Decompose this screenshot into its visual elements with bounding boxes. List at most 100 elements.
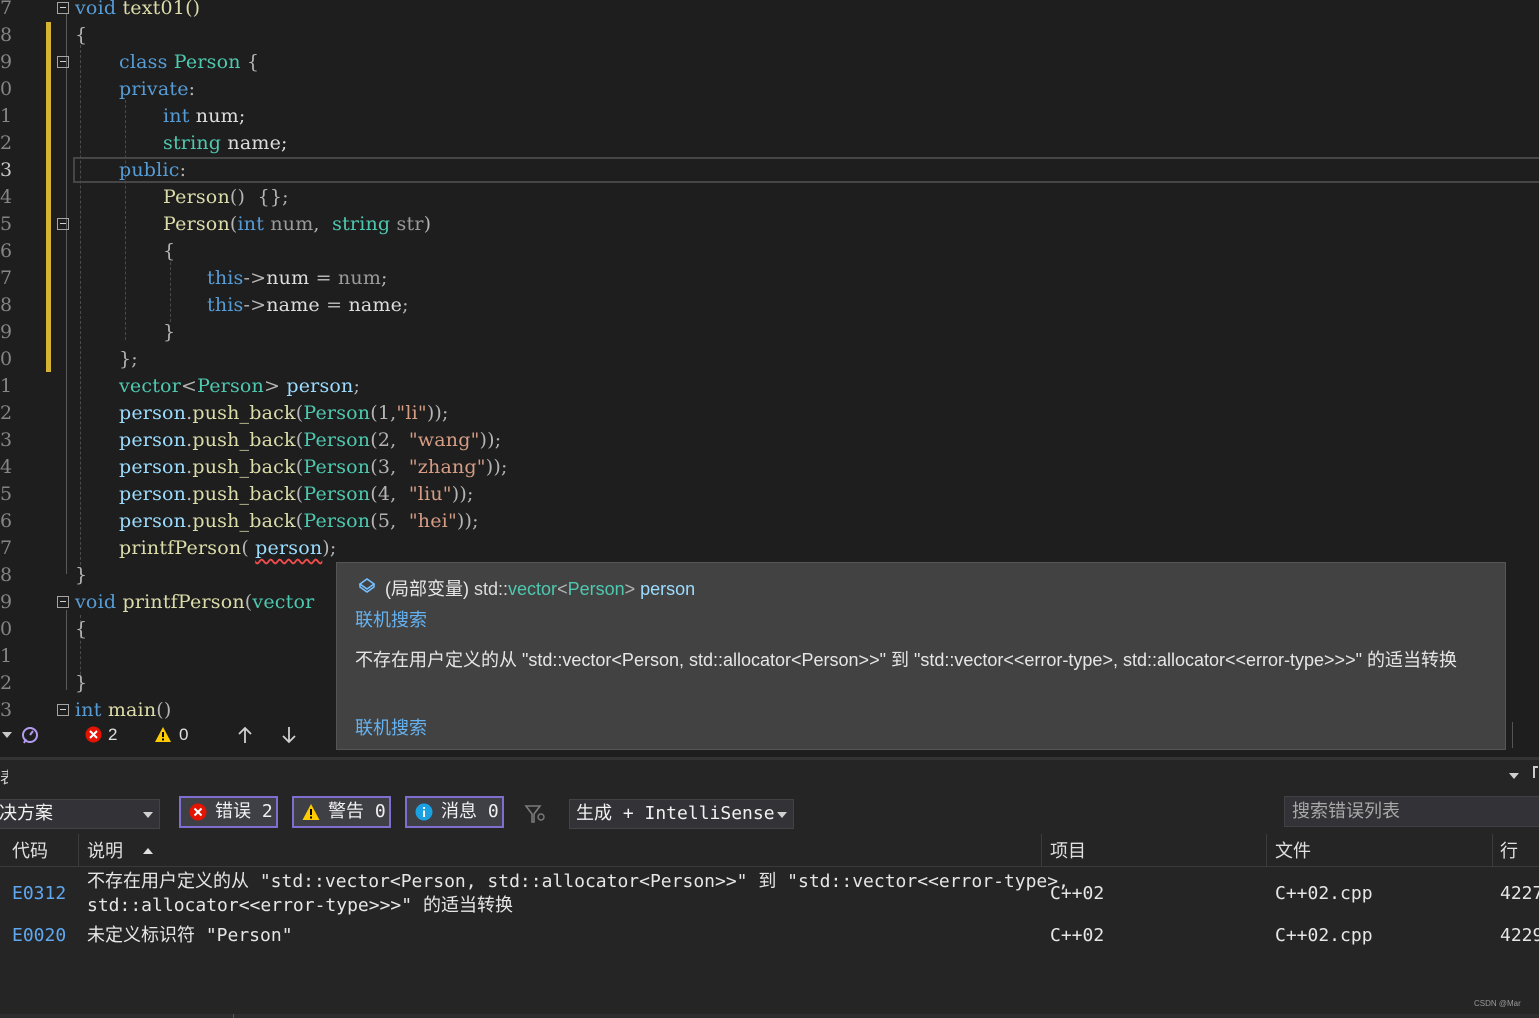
quick-info-tooltip: (局部变量) std::vector<Person> person 联机搜索 不… (336, 562, 1506, 750)
tooltip-var-name: person (640, 579, 696, 599)
tooltip-scope: (局部变量) (385, 579, 469, 599)
online-search-link[interactable]: 联机搜索 (355, 606, 427, 632)
code-line: }; (0, 346, 1539, 373)
warning-count[interactable]: 0 (179, 722, 188, 748)
code-line: private: (0, 76, 1539, 103)
build-source-combo[interactable]: 生成 + IntelliSense (569, 799, 794, 829)
code-text: int main() (75, 699, 172, 721)
errors-filter-button[interactable]: 错误 2 (179, 796, 278, 828)
column-header-description-label: 说明 (87, 841, 123, 862)
code-text: printfPerson( person); (119, 537, 337, 559)
code-text: } (75, 564, 88, 586)
error-description: std::allocator<<error-type>>>" 的适当转换 (87, 895, 513, 916)
code-line: void text01() (0, 0, 1539, 22)
code-line: printfPerson( person); (0, 535, 1539, 562)
code-line: class Person { (0, 49, 1539, 76)
chevron-down-icon (143, 812, 153, 818)
code-text: } (75, 672, 88, 694)
code-text: person.push_back(Person(3, "zhang")); (119, 456, 508, 478)
column-header-description[interactable]: 说明 (87, 838, 153, 866)
code-text: class Person { (119, 51, 260, 73)
code-text: this->name = name; (207, 294, 409, 316)
code-text: person.push_back(Person(5, "hei")); (119, 510, 479, 532)
code-text: public: (119, 159, 187, 181)
code-line: Person(int num, string str) (0, 211, 1539, 238)
code-line: this->num = num; (0, 265, 1539, 292)
warning-icon (302, 804, 320, 820)
arrow-down-icon[interactable] (281, 726, 297, 744)
arrow-up-icon[interactable] (237, 726, 253, 744)
error-squiggle: person (255, 537, 323, 559)
column-header-project[interactable]: 项目 (1050, 838, 1086, 866)
panel-bottom-separator (233, 1014, 234, 1018)
code-text: Person() {}; (163, 186, 289, 208)
panel-menu-arrow[interactable] (1509, 773, 1519, 779)
code-text: void printfPerson(vector (75, 591, 315, 613)
code-line: } (0, 319, 1539, 346)
build-source-value: 生成 + IntelliSense (576, 803, 775, 824)
warnings-filter-label: 警告 0 (328, 801, 386, 822)
watermark: CSDN @Mar (1474, 999, 1521, 1008)
status-right-segment[interactable] (1512, 722, 1539, 748)
errors-filter-label: 错误 2 (215, 801, 273, 822)
error-project: C++02 (1050, 883, 1105, 904)
search-error-list-input[interactable]: 搜索错误列表 (1284, 796, 1539, 827)
error-description: 不存在用户定义的从 "std::vector<Person, std::allo… (87, 871, 1069, 892)
panel-bottom-edge (0, 1014, 1539, 1018)
column-header-file[interactable]: 文件 (1275, 838, 1311, 866)
warning-count-icon[interactable] (154, 726, 172, 743)
error-line: 4227 (1500, 883, 1539, 904)
code-text: vector<Person> person; (119, 375, 361, 397)
messages-filter-button[interactable]: 消息 0 (405, 796, 504, 828)
code-text: void text01() (75, 0, 201, 19)
error-code-link[interactable]: E0312 (12, 882, 66, 905)
health-icon[interactable] (20, 725, 40, 745)
messages-filter-label: 消息 0 (441, 801, 499, 822)
error-file: C++02.cpp (1275, 883, 1373, 904)
column-separator[interactable] (1266, 834, 1267, 866)
error-count[interactable]: 2 (108, 722, 117, 748)
header-divider (0, 866, 1539, 867)
error-description: 未定义标识符 "Person" (87, 925, 293, 946)
code-text: Person(int num, string str) (163, 213, 432, 235)
code-line: person.push_back(Person(4, "liu")); (0, 481, 1539, 508)
code-line: person.push_back(Person(5, "hei")); (0, 508, 1539, 535)
code-text: int num; (163, 105, 246, 127)
code-text: { (75, 24, 88, 46)
scope-combo[interactable]: 决方案 (0, 799, 160, 829)
code-text: person.push_back(Person(2, "wang")); (119, 429, 502, 451)
tooltip-namespace: std:: (474, 579, 509, 599)
column-separator[interactable] (78, 834, 79, 866)
code-line: Person() {}; (0, 184, 1539, 211)
tooltip-bracket: < (557, 579, 568, 599)
search-placeholder: 搜索错误列表 (1292, 801, 1400, 821)
zoom-dropdown-arrow[interactable] (2, 732, 12, 738)
column-separator[interactable] (1492, 834, 1493, 866)
code-line: this->name = name; (0, 292, 1539, 319)
tooltip-bracket: > (624, 579, 636, 599)
online-search-link[interactable]: 联机搜索 (355, 714, 427, 740)
code-text: string name; (163, 132, 288, 154)
error-count-icon[interactable] (85, 726, 102, 743)
code-line: { (0, 22, 1539, 49)
code-line: string name; (0, 130, 1539, 157)
column-header-code[interactable]: 代码 (12, 838, 48, 866)
local-variable-icon (358, 578, 376, 593)
tooltip-type: vector (508, 579, 558, 599)
code-text: person.push_back(Person(4, "liu")); (119, 483, 474, 505)
error-project: C++02 (1050, 925, 1105, 946)
tooltip-template-param: Person (567, 579, 625, 599)
column-separator[interactable] (1041, 834, 1042, 866)
code-line-current: public: (0, 157, 1539, 184)
column-header-line[interactable]: 行 (1500, 838, 1518, 866)
pin-icon[interactable] (1533, 766, 1538, 778)
info-icon (415, 803, 433, 821)
filter-icon[interactable] (524, 803, 546, 825)
error-code-link[interactable]: E0020 (12, 924, 66, 947)
code-text: { (75, 618, 88, 640)
warnings-filter-button[interactable]: 警告 0 (292, 796, 391, 828)
tooltip-error-message: 不存在用户定义的从 "std::vector<Person, std::allo… (355, 650, 1457, 670)
code-line: { (0, 238, 1539, 265)
code-text: { (163, 240, 176, 262)
code-text: person.push_back(Person(1,"li")); (119, 402, 449, 424)
